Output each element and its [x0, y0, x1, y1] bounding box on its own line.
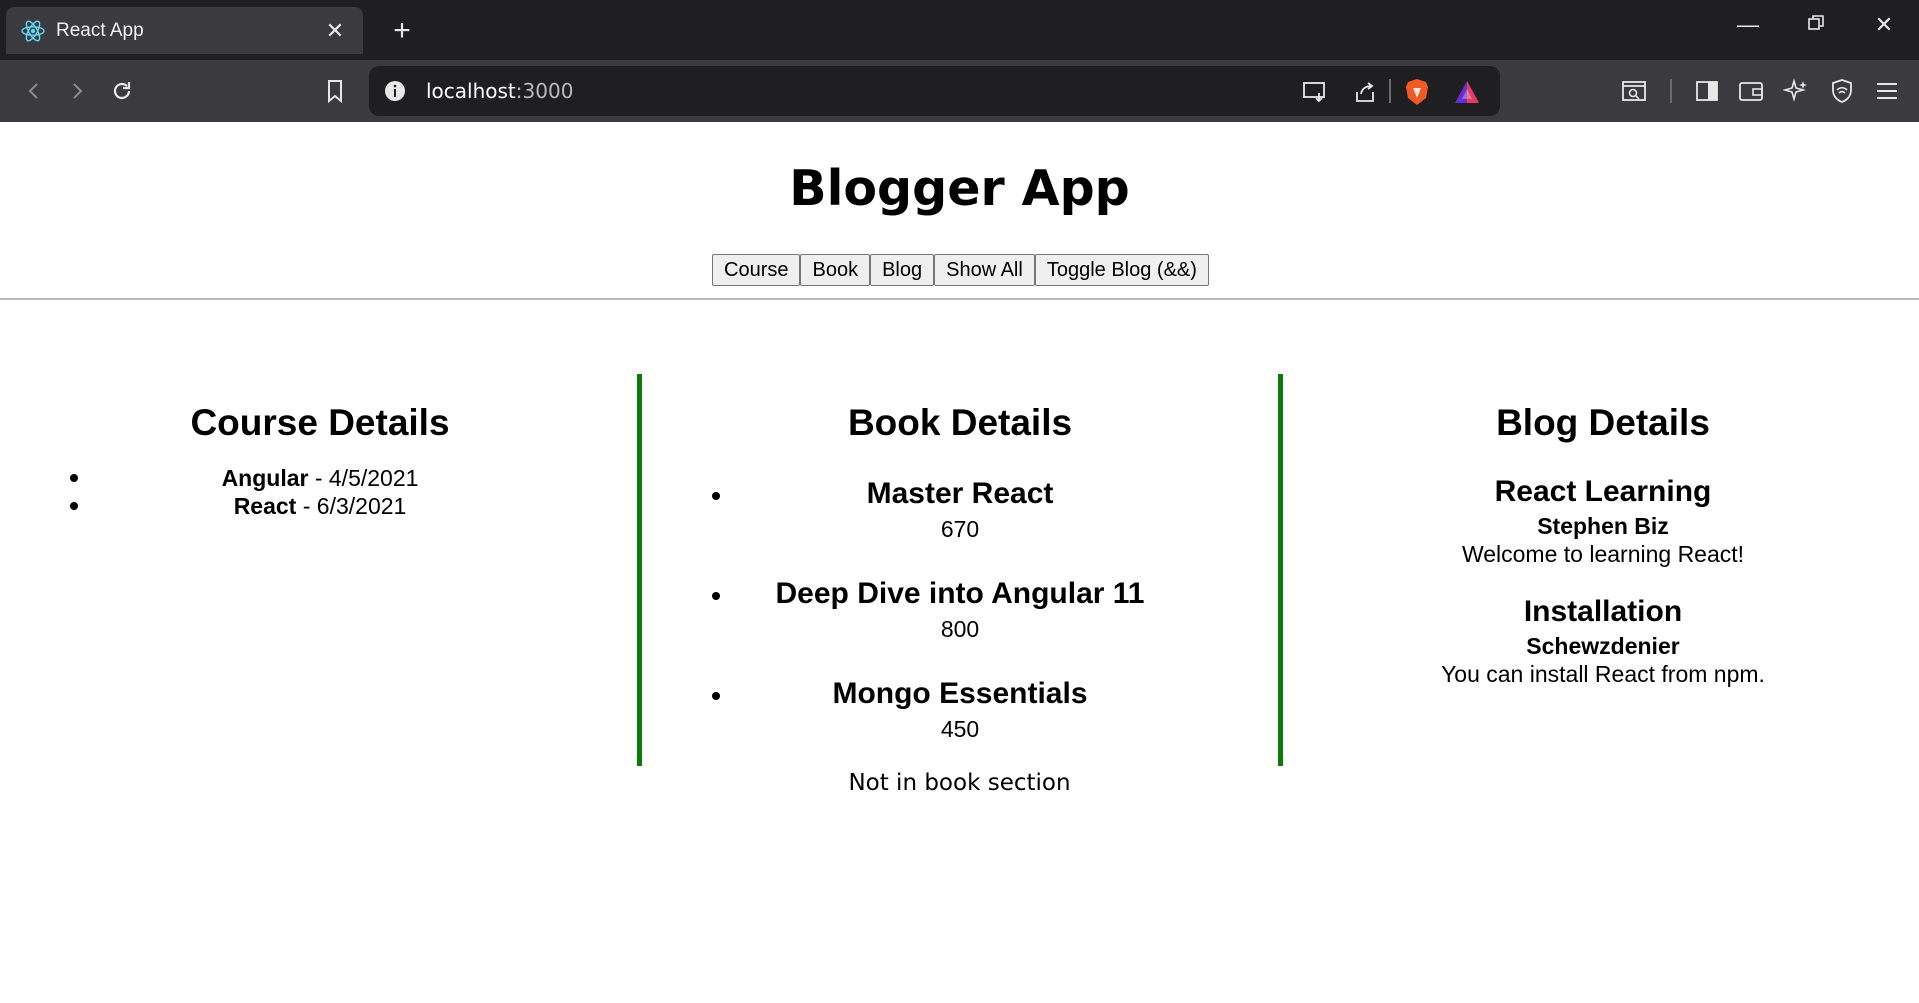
- horizontal-rule: [0, 298, 1919, 300]
- course-list: Angular - 4/5/2021 React - 6/3/2021: [0, 464, 640, 520]
- bookmark-icon[interactable]: [318, 74, 352, 108]
- book-price: 670: [940, 516, 980, 542]
- browser-tab[interactable]: React App ✕: [6, 7, 363, 54]
- blog-post: Installation Schewzdenier You can instal…: [1283, 592, 1919, 688]
- blog-details-section: Blog Details React Learning Stephen Biz …: [1283, 374, 1919, 766]
- blog-title: React Learning: [1494, 475, 1712, 508]
- brave-rewards-icon[interactable]: [1453, 78, 1481, 106]
- app-title: Blogger App: [789, 160, 1130, 217]
- toolbar-separator: [1670, 79, 1672, 103]
- vpn-shield-icon[interactable]: [1825, 74, 1859, 108]
- new-tab-icon[interactable]: +: [386, 14, 418, 48]
- minimize-icon[interactable]: —: [1728, 12, 1768, 38]
- section-buttons: Course Book Blog Show All Toggle Blog (&…: [712, 254, 1209, 286]
- bullet-icon: [712, 592, 720, 600]
- blog-content: You can install React from npm.: [1441, 661, 1765, 687]
- url-text[interactable]: localhost:3000: [426, 79, 573, 103]
- bullet-icon: [712, 692, 720, 700]
- course-name: Angular: [221, 465, 309, 491]
- cast-icon[interactable]: [1301, 78, 1329, 106]
- tab-title: React App: [56, 19, 144, 41]
- reader-mode-icon[interactable]: [1617, 74, 1651, 108]
- course-button[interactable]: Course: [712, 254, 801, 286]
- address-bar[interactable]: localhost:3000: [369, 66, 1500, 116]
- blog-title: Installation: [1523, 595, 1683, 628]
- bullet-icon: [70, 502, 78, 510]
- reload-icon[interactable]: [105, 74, 139, 108]
- course-heading: Course Details: [190, 402, 450, 443]
- forward-icon[interactable]: [60, 74, 94, 108]
- back-icon[interactable]: [17, 74, 51, 108]
- book-list: Master React 670 Deep Dive into Angular …: [642, 466, 1278, 766]
- blog-button[interactable]: Blog: [870, 254, 935, 286]
- url-port: :3000: [515, 79, 574, 103]
- bullet-icon: [712, 492, 720, 500]
- course-date: - 6/3/2021: [296, 493, 407, 519]
- tab-close-icon[interactable]: ✕: [321, 18, 349, 44]
- share-icon[interactable]: [1351, 78, 1379, 106]
- page-content: Blogger App Course Book Blog Show All To…: [0, 122, 1919, 1003]
- book-details-section: Book Details Master React 670 Deep Dive …: [637, 374, 1283, 766]
- list-item: Mongo Essentials 450: [642, 666, 1278, 766]
- book-button[interactable]: Book: [800, 254, 871, 286]
- book-title: Mongo Essentials: [832, 677, 1088, 710]
- list-item: Angular - 4/5/2021: [0, 464, 640, 492]
- blog-post: React Learning Stephen Biz Welcome to le…: [1283, 472, 1919, 568]
- blog-author: Schewzdenier: [1526, 633, 1680, 659]
- list-item: Deep Dive into Angular 11 800: [642, 566, 1278, 666]
- toolbar-separator: [1389, 79, 1391, 103]
- book-price: 450: [940, 716, 980, 742]
- browser-toolbar: localhost:3000: [0, 60, 1919, 122]
- blog-heading: Blog Details: [1496, 402, 1710, 443]
- toggle-blog-button[interactable]: Toggle Blog (&&): [1034, 254, 1209, 286]
- sidebar-icon[interactable]: [1690, 74, 1724, 108]
- course-name: React: [233, 493, 297, 519]
- close-window-icon[interactable]: ✕: [1864, 12, 1904, 38]
- browser-tab-bar: React App ✕ + — ✕: [0, 0, 1919, 60]
- bullet-icon: [70, 474, 78, 482]
- footer-note: Not in book section: [848, 770, 1071, 796]
- course-date: - 4/5/2021: [308, 465, 419, 491]
- site-info-icon[interactable]: [383, 79, 407, 103]
- brave-shields-icon[interactable]: [1403, 78, 1431, 106]
- menu-icon[interactable]: [1870, 74, 1904, 108]
- list-item: React - 6/3/2021: [0, 492, 640, 520]
- book-heading: Book Details: [847, 402, 1073, 443]
- blog-content: Welcome to learning React!: [1461, 541, 1745, 567]
- book-price: 800: [940, 616, 980, 642]
- book-title: Master React: [866, 477, 1054, 510]
- show-all-button[interactable]: Show All: [934, 254, 1035, 286]
- react-logo-icon: [21, 20, 45, 41]
- restore-icon[interactable]: [1796, 12, 1836, 38]
- list-item: Master React 670: [642, 466, 1278, 566]
- blog-author: Stephen Biz: [1537, 513, 1669, 539]
- wallet-icon[interactable]: [1734, 74, 1768, 108]
- url-host: localhost: [426, 79, 516, 103]
- course-details-section: Course Details Angular - 4/5/2021 React …: [0, 374, 640, 766]
- leo-ai-icon[interactable]: [1779, 74, 1813, 108]
- book-title: Deep Dive into Angular 11: [775, 577, 1145, 610]
